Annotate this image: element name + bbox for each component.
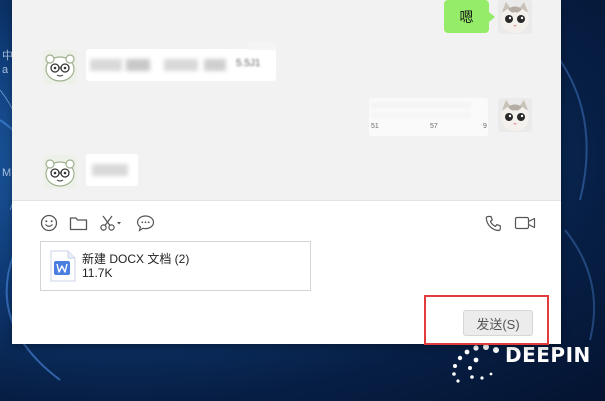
table-value: 51 bbox=[371, 123, 379, 130]
message-tail-text: 5.5J1 bbox=[236, 58, 261, 69]
blur-fragment bbox=[247, 42, 277, 50]
chat-window: 嗯 5.5J1 51 57 9 新建 DOCX 文档 (2) 11.7K 发送(… bbox=[12, 0, 561, 344]
scissors-icon[interactable] bbox=[99, 213, 123, 233]
folder-icon[interactable] bbox=[69, 213, 88, 233]
cartoon-avatar[interactable] bbox=[43, 50, 77, 84]
table-value: 9 bbox=[483, 123, 487, 130]
deepin-brand-text: DEEPIN bbox=[505, 343, 591, 367]
message-bubble-blurred-table[interactable]: 51 57 9 bbox=[369, 98, 488, 136]
message-text: 嗯 bbox=[459, 8, 474, 25]
deepin-logo-icon bbox=[452, 344, 499, 383]
attachment-file-name: 新建 DOCX 文档 (2) bbox=[82, 252, 190, 266]
message-bubble-blurred[interactable] bbox=[86, 154, 138, 186]
cat-avatar[interactable] bbox=[498, 98, 532, 132]
message-bubble-blurred[interactable]: 5.5J1 bbox=[86, 49, 276, 81]
phone-icon[interactable] bbox=[485, 213, 502, 233]
video-icon[interactable] bbox=[514, 213, 536, 233]
emoji-icon[interactable] bbox=[40, 213, 58, 233]
highlight-annotation-box bbox=[424, 295, 549, 345]
input-divider bbox=[12, 200, 561, 201]
desktop-fragment: a bbox=[2, 64, 9, 76]
word-document-icon bbox=[50, 250, 76, 282]
table-value: 57 bbox=[430, 123, 438, 130]
attachment-card[interactable]: 新建 DOCX 文档 (2) 11.7K bbox=[40, 241, 311, 291]
chat-bubble-icon[interactable] bbox=[136, 213, 155, 233]
message-bubble-sent[interactable]: 嗯 bbox=[444, 0, 495, 33]
cartoon-avatar[interactable] bbox=[43, 155, 77, 189]
message-list[interactable]: 嗯 5.5J1 51 57 9 bbox=[12, 0, 561, 200]
desktop-fragment: M bbox=[2, 167, 12, 179]
cat-avatar[interactable] bbox=[498, 0, 532, 34]
attachment-file-size: 11.7K bbox=[82, 266, 113, 280]
